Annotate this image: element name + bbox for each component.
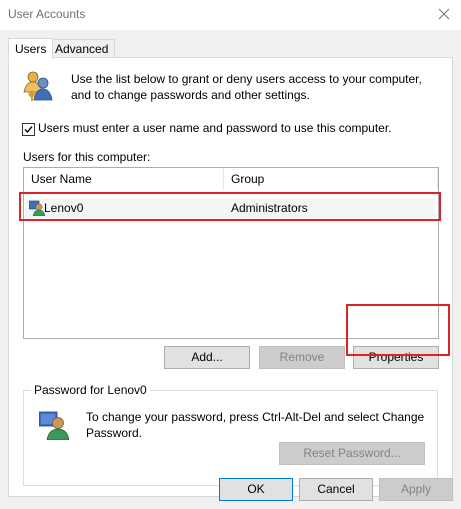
description-text: Use the list below to grant or deny user… — [71, 72, 422, 102]
users-list-label: Users for this computer: — [23, 150, 151, 164]
window-title: User Accounts — [8, 7, 86, 21]
close-icon — [438, 8, 450, 20]
title-bar: User Accounts — [0, 0, 461, 30]
users-group-icon — [22, 70, 54, 105]
tab-users[interactable]: Users — [8, 38, 54, 60]
require-login-label[interactable]: Users must enter a user name and passwor… — [38, 121, 392, 135]
reset-password-button[interactable]: Reset Password... — [279, 442, 425, 465]
column-header-user-name[interactable]: User Name — [24, 168, 224, 190]
highlight-properties-button — [346, 304, 450, 356]
users-tab-panel: Use the list below to grant or deny user… — [8, 57, 453, 497]
apply-button[interactable]: Apply — [379, 478, 453, 501]
highlight-user-row — [19, 192, 441, 221]
password-group-title: Password for Lenov0 — [31, 383, 150, 397]
dialog-body: Users Advanced Use the list below to gra… — [0, 30, 461, 509]
add-button[interactable]: Add... — [164, 346, 250, 369]
user-password-icon — [38, 410, 70, 443]
require-login-checkbox[interactable] — [22, 123, 35, 136]
remove-button[interactable]: Remove — [259, 346, 345, 369]
ok-button[interactable]: OK — [219, 478, 293, 501]
close-button[interactable] — [432, 4, 456, 24]
column-header-group[interactable]: Group — [224, 168, 438, 190]
tab-advanced[interactable]: Advanced — [48, 39, 116, 59]
password-info-text: To change your password, press Ctrl-Alt-… — [86, 410, 425, 440]
cancel-button[interactable]: Cancel — [299, 478, 373, 501]
checkmark-icon — [24, 126, 33, 134]
